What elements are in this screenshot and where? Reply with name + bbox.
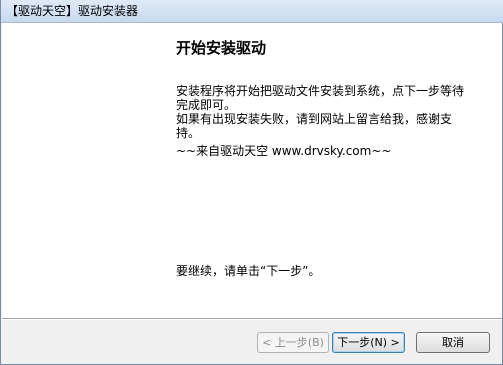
description-line: 安装程序将开始把驱动文件安装到系统，点下一步等待完成即可。 <box>176 84 465 112</box>
title-bar[interactable]: 【驱动天空】驱动安装器 <box>1 0 503 23</box>
window-title: 【驱动天空】驱动安装器 <box>6 4 139 18</box>
page-heading: 开始安装驱动 <box>176 39 267 57</box>
description-text: 安装程序将开始把驱动文件安装到系统，点下一步等待完成即可。 如果有出现安装失败，… <box>176 84 466 140</box>
cancel-button[interactable]: 取消 <box>416 332 490 353</box>
next-button[interactable]: 下一步(N) > <box>332 332 405 353</box>
wizard-content-panel: 开始安装驱动 安装程序将开始把驱动文件安装到系统，点下一步等待完成即可。 如果有… <box>2 23 502 318</box>
back-button[interactable]: < 上一步(B) <box>257 332 329 353</box>
credit-text: ~~来自驱动天空 www.drvsky.com~~ <box>176 144 392 158</box>
installer-window: 【驱动天空】驱动安装器 开始安装驱动 安装程序将开始把驱动文件安装到系统，点下一… <box>0 0 503 365</box>
footer-separator <box>2 318 502 320</box>
continue-prompt: 要继续，请单击“下一步”。 <box>176 264 321 278</box>
description-line: 如果有出现安装失败，请到网站上留言给我，感谢支持。 <box>176 112 453 140</box>
